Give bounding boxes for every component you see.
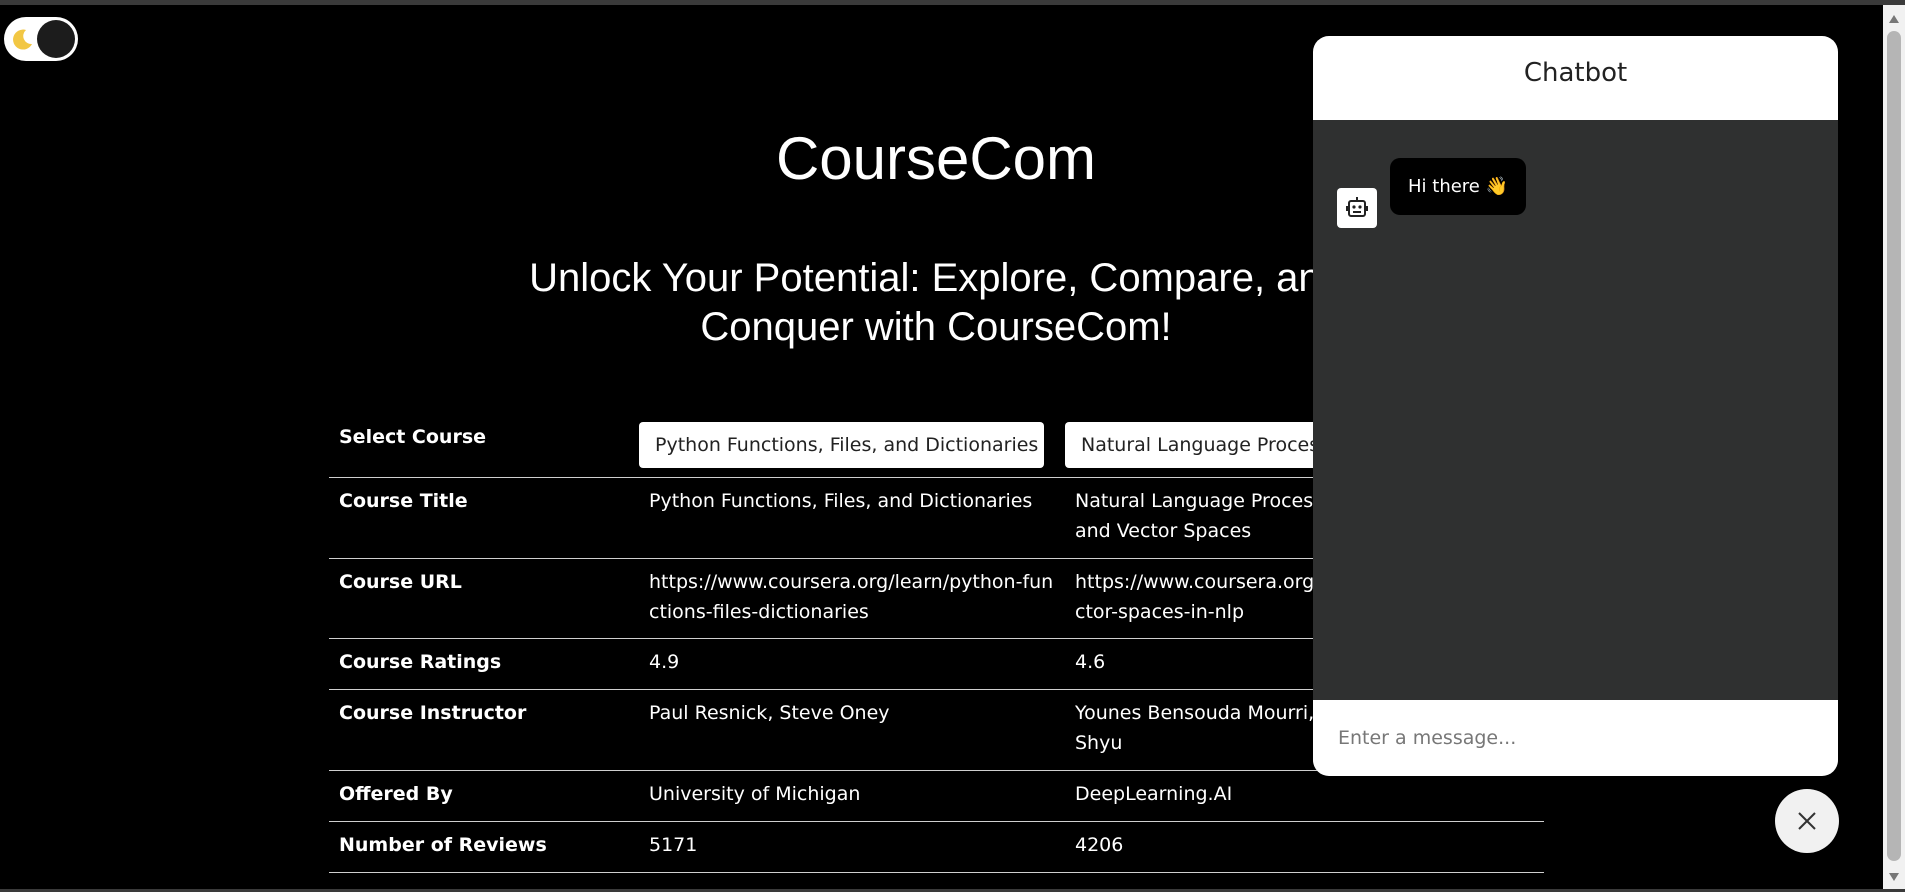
chatbot-close-button[interactable] (1775, 789, 1839, 853)
row-label: Offered By (339, 783, 453, 805)
toggle-knob[interactable] (37, 20, 75, 58)
row-label: Number of Reviews (339, 834, 547, 856)
chat-message: Hi there 👋 (1337, 158, 1527, 228)
table-row-reviews: Number of Reviews 5171 4206 (329, 822, 1544, 873)
row-label: Course Instructor (339, 702, 527, 724)
row-label: Select Course (339, 426, 487, 448)
theme-toggle[interactable] (4, 17, 78, 61)
row-label: Course URL (339, 571, 462, 593)
window-top-edge (0, 0, 1905, 5)
course-url-link-1[interactable]: https://www.coursera.org/learn/python-fu… (639, 567, 1065, 638)
page-subtitle: Unlock Your Potential: Explore, Compare,… (529, 256, 1343, 349)
table-cell: DeepLearning.AI (1075, 783, 1233, 805)
close-icon (1798, 812, 1816, 830)
chat-bubble: Hi there 👋 (1390, 158, 1527, 215)
page-scrollbar[interactable] (1883, 5, 1905, 889)
bot-avatar (1337, 188, 1377, 228)
row-label: Course Title (339, 490, 468, 512)
scroll-down-arrow-icon[interactable] (1889, 873, 1899, 881)
scrollbar-thumb[interactable] (1887, 31, 1901, 861)
table-cell: 4206 (1075, 834, 1124, 856)
row-label: Course Ratings (339, 651, 502, 673)
robot-icon (1346, 197, 1368, 217)
table-cell: 5171 (649, 834, 698, 856)
course-select-cell-1: Python Functions, Files, and Dictionarie… (639, 413, 1065, 477)
table-cell: Paul Resnick, Steve Oney (649, 702, 890, 724)
table-cell: University of Michigan (649, 783, 861, 805)
course-select-1[interactable]: Python Functions, Files, and Dictionarie… (639, 422, 1044, 468)
chatbot-header: Chatbot (1313, 36, 1838, 120)
table-cell: Python Functions, Files, and Dictionarie… (649, 490, 1033, 512)
chatbot-panel: Chatbot Hi there 👋 Enter a message... (1313, 36, 1838, 776)
table-row-offered-by: Offered By University of Michigan DeepLe… (329, 771, 1544, 822)
chat-message-input[interactable]: Enter a message... (1313, 700, 1838, 776)
table-cell: 4.9 (649, 651, 680, 673)
moon-icon (13, 29, 32, 50)
scroll-up-arrow-icon[interactable] (1889, 15, 1899, 23)
